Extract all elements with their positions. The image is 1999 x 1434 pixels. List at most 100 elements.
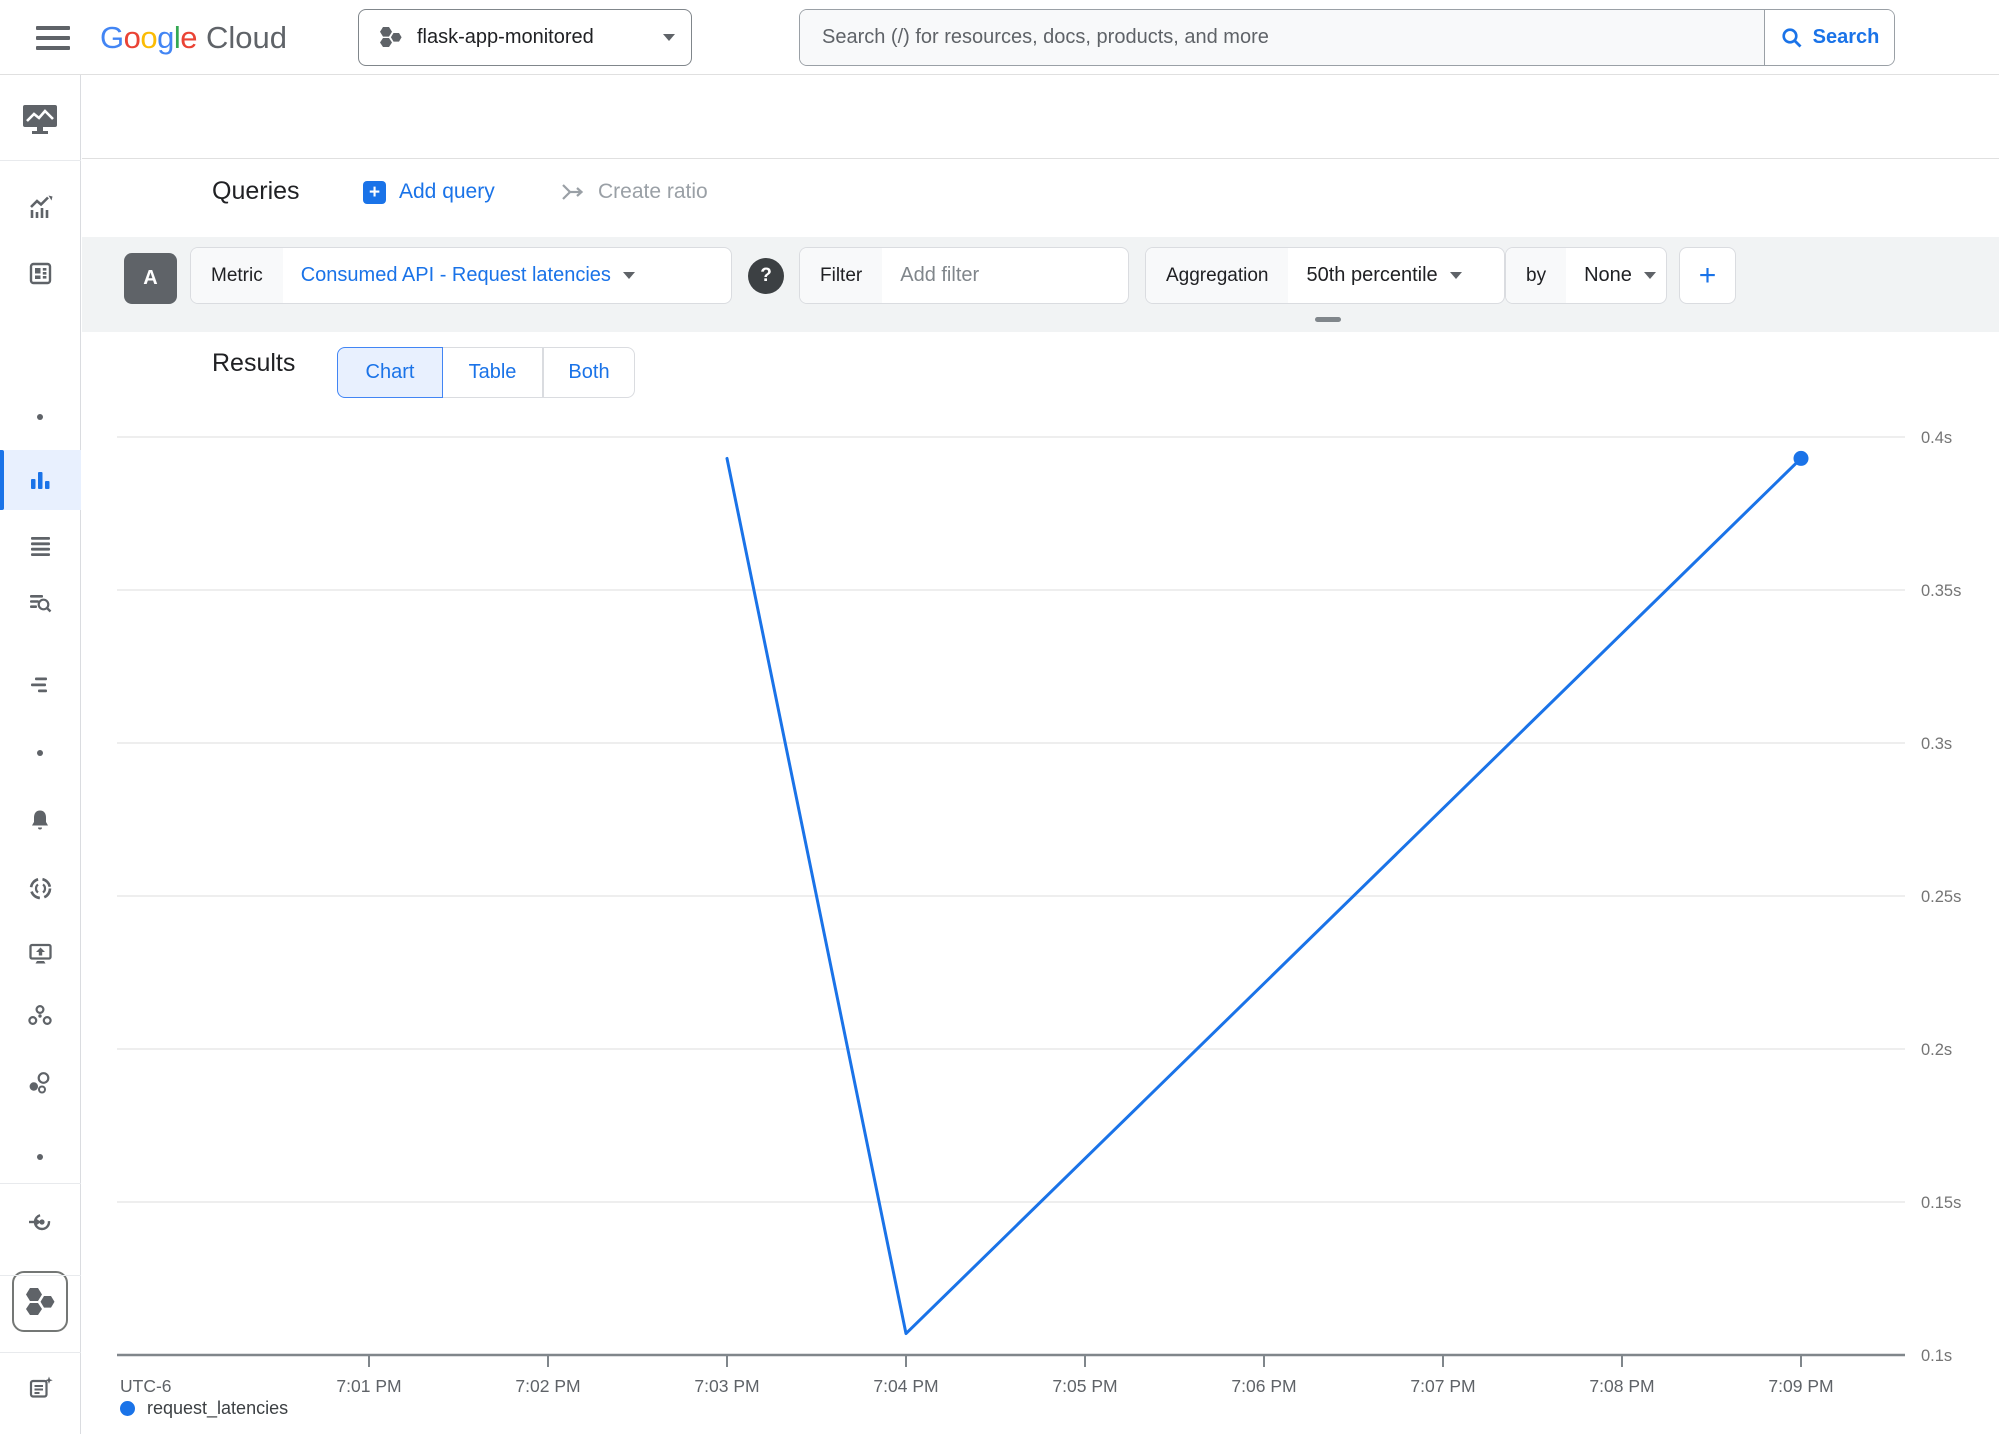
aggregation-label: Aggregation — [1146, 248, 1288, 303]
sidebar-item-log-search[interactable] — [20, 582, 60, 622]
plus-icon: + — [363, 181, 386, 204]
filter-label: Filter — [800, 248, 882, 303]
log-search-icon — [27, 589, 53, 615]
filter-input[interactable] — [900, 264, 1090, 287]
queries-row: Queries + Add query Create ratio — [82, 160, 1999, 237]
metric-label: Metric — [191, 248, 283, 303]
integrations-cluster-icon — [27, 1070, 53, 1096]
vm-monitor-icon — [27, 941, 54, 966]
legend-swatch — [120, 1401, 135, 1416]
sidebar-item-scope[interactable] — [20, 1202, 60, 1242]
sidebar-item-dashboards[interactable] — [20, 253, 60, 293]
y-axis-label: 0.25s — [1921, 888, 1961, 906]
y-axis-label: 0.15s — [1921, 1194, 1961, 1212]
sidebar-separator — [0, 160, 81, 161]
timezone-label: UTC-6 — [120, 1376, 172, 1396]
y-axis-label: 0.2s — [1921, 1041, 1952, 1059]
results-view-toggle: Chart Table Both — [337, 347, 635, 398]
chevron-down-icon — [623, 272, 635, 279]
sidebar-item-list[interactable] — [20, 525, 60, 565]
create-ratio-button[interactable]: Create ratio — [560, 180, 708, 204]
results-row: Results Chart Table Both — [82, 332, 1999, 410]
y-axis-label: 0.1s — [1921, 1347, 1952, 1365]
aggregation-value: 50th percentile — [1306, 264, 1437, 287]
section-dot — [37, 750, 43, 756]
uptime-check-icon — [27, 875, 54, 902]
line-chart-icon — [27, 194, 54, 221]
by-label: by — [1506, 248, 1566, 303]
monitoring-product-icon — [21, 103, 59, 137]
results-heading: Results — [212, 349, 295, 378]
metric-help-button[interactable]: ? — [748, 258, 784, 294]
chevron-down-icon — [1450, 272, 1462, 279]
x-axis-label: 7:04 PM — [873, 1376, 938, 1396]
metrics-explorer-page: 0.4s 0.35s 0.3s 0.25s 0.2s 0.15s 0.1s 7:01 PM 7:… — [0, 0, 1999, 1434]
x-axis-label: 7:06 PM — [1231, 1376, 1296, 1396]
x-axis-label: 7:01 PM — [336, 1376, 401, 1396]
sidebar-item-monitoring-home[interactable] — [20, 100, 60, 140]
sidebar-item-integrations[interactable] — [20, 1063, 60, 1103]
aggregation-dropdown[interactable]: Aggregation 50th percentile — [1145, 247, 1505, 304]
tab-table[interactable]: Table — [443, 347, 543, 398]
cloud-wordmark: Cloud — [206, 20, 287, 56]
page-header: Metrics explorer — [82, 75, 1999, 159]
sidebar-item-alerting[interactable] — [20, 800, 60, 840]
alerting-bell-icon — [27, 807, 53, 834]
chevron-down-icon — [1644, 272, 1656, 279]
dashboards-icon — [28, 261, 53, 286]
sidebar-separator — [0, 1183, 81, 1184]
group-by-dropdown[interactable]: by None — [1505, 247, 1667, 304]
y-axis-label: 0.35s — [1921, 582, 1961, 600]
x-axis-label: 7:07 PM — [1410, 1376, 1475, 1396]
scope-target-icon — [27, 1209, 54, 1235]
project-name: flask-app-monitored — [417, 26, 663, 49]
legend-label: request_latencies — [147, 1398, 288, 1419]
tab-chart[interactable]: Chart — [337, 347, 443, 398]
legend-item[interactable]: request_latencies — [120, 1398, 288, 1419]
sidebar-item-uptime-checks[interactable] — [20, 868, 60, 908]
sidebar-item-trace[interactable] — [20, 665, 60, 705]
x-axis-label: 7:09 PM — [1768, 1376, 1833, 1396]
google-cloud-logo: Google Cloud — [100, 0, 287, 75]
sidebar-item-release-notes[interactable] — [20, 1368, 60, 1408]
sidebar-item-groups[interactable] — [20, 995, 60, 1035]
series-end-point[interactable] — [1794, 451, 1809, 466]
query-builder: A Metric Consumed API - Request latencie… — [82, 237, 1999, 332]
sidebar-item-vm-instances[interactable] — [20, 933, 60, 973]
sidebar-item-project-hexagons[interactable] — [12, 1271, 68, 1332]
section-dot — [37, 1154, 43, 1160]
sidebar-item-overview[interactable] — [20, 187, 60, 227]
groups-icon — [27, 1003, 53, 1028]
y-axis-label: 0.3s — [1921, 735, 1952, 753]
query-letter-chip[interactable]: A — [124, 253, 177, 304]
x-axis-label: 7:02 PM — [515, 1376, 580, 1396]
x-axis-label: 7:05 PM — [1052, 1376, 1117, 1396]
trace-spans-icon — [28, 673, 53, 698]
panel-resize-handle[interactable] — [1315, 317, 1341, 322]
release-notes-icon — [27, 1375, 54, 1402]
filter-field: Filter — [799, 247, 1129, 304]
metric-value: Consumed API - Request latencies — [301, 264, 611, 287]
project-selector[interactable]: flask-app-monitored — [358, 9, 692, 66]
y-axis-label: 0.4s — [1921, 429, 1952, 447]
add-query-button[interactable]: + Add query — [363, 180, 495, 204]
sidebar-separator — [0, 1275, 81, 1276]
search-input[interactable] — [800, 10, 1764, 65]
app-bar: Google Cloud flask-app-monitored S — [0, 0, 1999, 75]
x-axis-label: 7:03 PM — [694, 1376, 759, 1396]
hamburger-menu-icon[interactable] — [36, 26, 70, 50]
chevron-down-icon — [663, 34, 675, 41]
queries-heading: Queries — [212, 177, 300, 206]
project-hexagons-icon — [377, 25, 403, 50]
search-button[interactable]: Search — [1764, 10, 1894, 65]
hexagon-project-icon — [22, 1285, 58, 1319]
metric-dropdown[interactable]: Metric Consumed API - Request latencies — [190, 247, 732, 304]
section-dot — [37, 414, 43, 420]
sidebar-item-metrics-explorer[interactable] — [20, 460, 60, 500]
by-value: None — [1584, 264, 1632, 287]
merge-arrow-icon — [560, 180, 586, 204]
add-aggregation-button[interactable]: + — [1679, 247, 1736, 304]
tab-both[interactable]: Both — [543, 347, 635, 398]
global-search: Search — [799, 9, 1895, 66]
search-icon — [1780, 26, 1804, 50]
